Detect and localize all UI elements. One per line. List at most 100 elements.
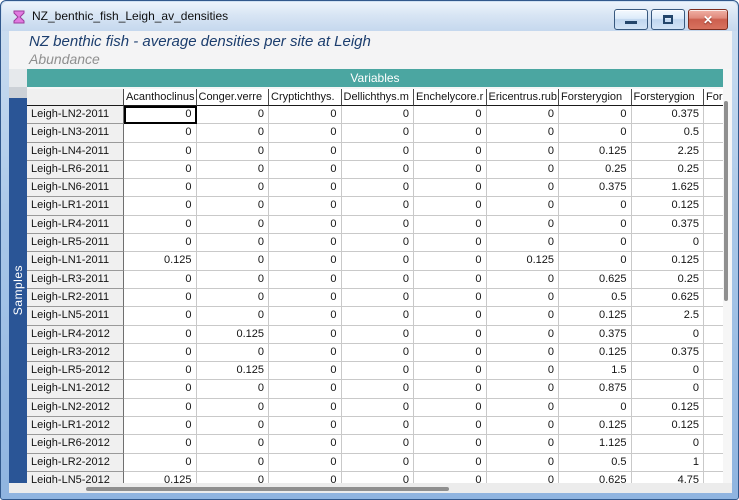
data-cell[interactable]: 0 [196,343,269,363]
data-cell[interactable]: 0.25 [631,270,704,289]
data-cell[interactable]: 0 [269,380,342,399]
data-cell[interactable]: 0 [341,160,414,180]
data-cell[interactable]: 0 [269,307,342,326]
row-label[interactable]: Leigh-LR1-2011 [27,197,124,216]
data-cell[interactable]: 0 [269,106,342,125]
data-cell[interactable]: 0.125 [486,252,559,271]
data-cell[interactable] [704,252,723,271]
data-cell[interactable]: 0 [196,179,269,198]
data-cell[interactable]: 0 [559,106,632,125]
row-label[interactable]: Leigh-LR3-2012 [27,343,124,363]
minimize-button[interactable] [614,9,648,30]
data-cell[interactable]: 0 [414,343,487,363]
data-cell[interactable]: 0 [196,160,269,180]
data-cell[interactable]: 0 [269,362,342,381]
data-cell[interactable]: 0 [269,325,342,344]
data-cell[interactable]: 0 [124,362,197,381]
data-cell[interactable]: 2.25 [631,142,704,161]
data-cell[interactable]: 0 [631,380,704,399]
data-cell[interactable]: 0.125 [631,252,704,271]
row-label[interactable]: Leigh-LR4-2011 [27,215,124,235]
data-cell[interactable]: 0 [196,270,269,289]
data-cell[interactable]: 0 [631,234,704,253]
data-cell[interactable] [704,270,723,289]
data-cell[interactable]: 0 [341,362,414,381]
data-cell[interactable]: 0.875 [559,380,632,399]
data-cell[interactable]: 0.125 [124,471,197,483]
data-cell[interactable]: 0 [341,179,414,198]
data-cell[interactable]: 0 [414,215,487,235]
data-cell[interactable]: 0 [269,179,342,198]
column-header[interactable]: Forsterygion [559,89,632,106]
data-cell[interactable]: 0 [341,453,414,472]
data-cell[interactable]: 0 [269,215,342,235]
data-cell[interactable]: 0 [269,453,342,472]
data-cell[interactable]: 0.125 [196,325,269,344]
data-cell[interactable]: 0 [196,398,269,418]
data-cell[interactable]: 0.375 [631,106,704,125]
data-cell[interactable]: 1 [631,453,704,472]
data-cell[interactable]: 0 [414,325,487,344]
data-cell[interactable]: 0 [559,398,632,418]
data-cell[interactable]: 0 [414,270,487,289]
data-cell[interactable]: 0 [414,124,487,143]
data-cell[interactable]: 1.625 [631,179,704,198]
data-cell[interactable]: 0 [414,362,487,381]
data-cell[interactable] [704,417,723,436]
data-cell[interactable]: 0.625 [559,471,632,483]
column-header[interactable]: Conger.verre [196,89,269,106]
data-cell[interactable]: 0 [196,288,269,308]
data-cell[interactable]: 0 [124,307,197,326]
data-cell[interactable]: 0 [486,179,559,198]
data-cell[interactable]: 0.125 [631,398,704,418]
data-cell[interactable]: 0.375 [631,215,704,235]
data-cell[interactable]: 0 [124,215,197,235]
data-cell[interactable]: 0 [486,471,559,483]
row-label[interactable]: Leigh-LR2-2011 [27,288,124,308]
data-cell[interactable]: 0 [559,234,632,253]
row-label[interactable]: Leigh-LN5-2011 [27,307,124,326]
data-cell[interactable]: 0 [269,270,342,289]
data-cell[interactable]: 0 [341,234,414,253]
data-cell[interactable]: 0 [414,234,487,253]
data-cell[interactable]: 0 [414,197,487,216]
data-cell[interactable]: 0 [124,417,197,436]
data-cell[interactable] [704,343,723,363]
data-cell[interactable]: 0 [124,234,197,253]
maximize-button[interactable] [651,9,685,30]
data-cell[interactable]: 0 [631,325,704,344]
column-header[interactable]: Forsterygion [631,89,704,106]
data-cell[interactable]: 0.125 [559,417,632,436]
data-cell[interactable]: 0.5 [559,288,632,308]
data-cell[interactable]: 0 [414,179,487,198]
column-header[interactable]: Enchelycore.r [414,89,487,106]
row-label[interactable]: Leigh-LR4-2012 [27,325,124,344]
data-cell[interactable]: 0 [124,106,197,125]
data-cell[interactable]: 0 [341,142,414,161]
data-cell[interactable]: 0 [341,398,414,418]
row-label[interactable]: Leigh-LN4-2011 [27,142,124,161]
data-cell[interactable]: 0 [341,270,414,289]
data-cell[interactable] [704,435,723,454]
data-cell[interactable]: 0 [631,362,704,381]
data-cell[interactable]: 0 [124,325,197,344]
data-cell[interactable]: 0 [341,471,414,483]
data-cell[interactable]: 0 [196,234,269,253]
data-cell[interactable]: 0.125 [631,197,704,216]
data-cell[interactable] [704,398,723,418]
data-cell[interactable]: 0 [196,142,269,161]
data-cell[interactable]: 0 [559,215,632,235]
data-cell[interactable]: 0.125 [559,343,632,363]
data-cell[interactable]: 0 [196,197,269,216]
data-cell[interactable]: 0 [486,435,559,454]
data-cell[interactable] [704,234,723,253]
data-cell[interactable]: 0 [124,288,197,308]
data-cell[interactable] [704,307,723,326]
data-cell[interactable]: 0 [486,124,559,143]
data-cell[interactable]: 0 [486,234,559,253]
row-label[interactable]: Leigh-LN1-2011 [27,252,124,271]
data-cell[interactable]: 0 [341,252,414,271]
data-cell[interactable]: 1.125 [559,435,632,454]
column-header[interactable]: Forst [704,89,723,106]
data-cell[interactable]: 0 [486,106,559,125]
